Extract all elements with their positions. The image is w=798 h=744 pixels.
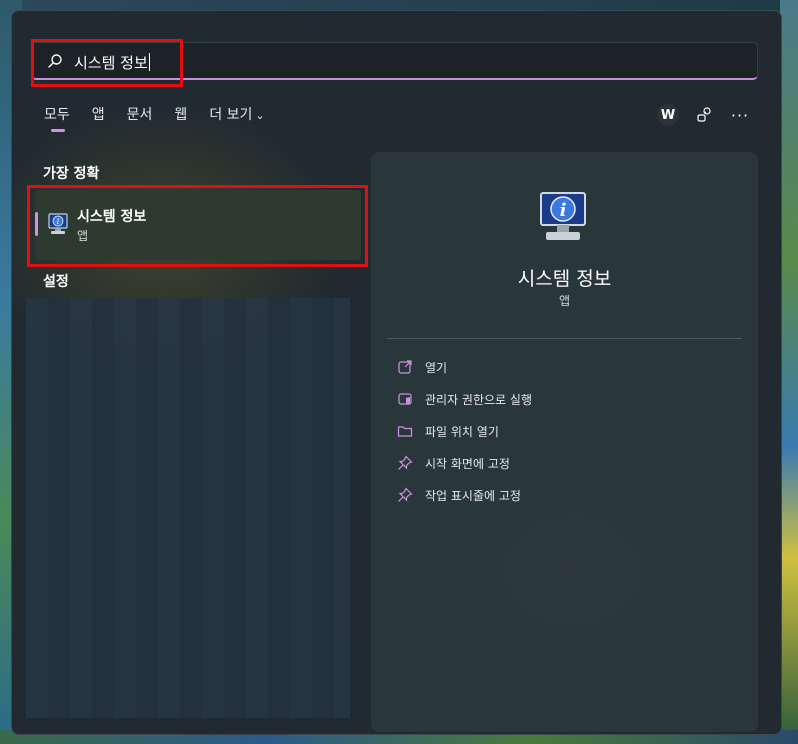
share-icon	[697, 107, 711, 122]
tab-apps[interactable]: 앱	[92, 104, 105, 132]
open-icon	[398, 360, 412, 374]
pin-icon	[398, 487, 413, 502]
divider	[387, 338, 742, 339]
desktop-wallpaper-right	[780, 0, 798, 744]
more-icon: ···	[730, 105, 750, 125]
tab-documents-label: 문서	[126, 107, 153, 123]
filter-tabs: 모두 앱 문서 웹 더 보기 ⌄	[44, 104, 287, 132]
best-match-heading: 가장 정확	[43, 166, 100, 182]
best-match-type: 앱	[77, 229, 89, 243]
system-info-app-icon: i	[48, 213, 68, 234]
header-actions: W ···	[655, 102, 753, 128]
detail-app-name: 시스템 정보	[517, 268, 612, 290]
best-match-name: 시스템 정보	[77, 209, 147, 225]
result-detail-panel: i 시스템 정보 앱 열기 관리자 권한으로 실행 파일 위치 열기 시작 화면…	[371, 152, 758, 732]
folder-icon	[397, 426, 413, 437]
tab-web[interactable]: 웹	[174, 104, 187, 132]
search-query-text: 시스템 정보	[74, 54, 148, 72]
selection-indicator	[35, 212, 38, 236]
action-pin-to-taskbar[interactable]: 작업 표시줄에 고정	[397, 484, 521, 506]
action-pin-to-taskbar-label: 작업 표시줄에 고정	[425, 488, 521, 503]
settings-heading: 설정	[43, 274, 69, 290]
action-open[interactable]: 열기	[397, 356, 447, 378]
action-run-as-admin[interactable]: 관리자 권한으로 실행	[397, 388, 532, 410]
blurred-results-area	[26, 298, 350, 718]
search-input[interactable]: 시스템 정보	[31, 42, 758, 80]
account-icon: W	[657, 104, 679, 126]
action-pin-to-start[interactable]: 시작 화면에 고정	[397, 452, 510, 474]
admin-shield-icon	[398, 393, 412, 405]
tab-documents[interactable]: 문서	[127, 104, 153, 132]
svg-text:i: i	[57, 217, 60, 226]
chevron-down-icon: ⌄	[255, 109, 265, 122]
text-caret	[148, 53, 150, 71]
action-open-label: 열기	[425, 360, 448, 375]
action-open-file-location[interactable]: 파일 위치 열기	[397, 420, 499, 442]
tab-more-label: 더 보기	[209, 107, 253, 123]
tab-apps-label: 앱	[91, 107, 105, 123]
svg-text:i: i	[560, 200, 567, 221]
tab-web-label: 웹	[174, 107, 188, 123]
action-open-file-location-label: 파일 위치 열기	[425, 424, 499, 439]
pin-icon	[398, 455, 413, 470]
action-pin-to-start-label: 시작 화면에 고정	[425, 456, 510, 471]
tab-more[interactable]: 더 보기 ⌄	[209, 104, 264, 132]
tab-all[interactable]: 모두	[44, 104, 70, 132]
system-info-large-icon: i	[540, 192, 586, 240]
account-button[interactable]: W	[655, 102, 681, 128]
best-match-result[interactable]: i 시스템 정보 앱	[35, 190, 361, 260]
tab-all-label: 모두	[44, 107, 70, 123]
more-button[interactable]: ···	[727, 102, 753, 128]
action-run-as-admin-label: 관리자 권한으로 실행	[425, 392, 532, 407]
detail-app-type: 앱	[558, 294, 571, 308]
search-icon	[48, 54, 62, 68]
share-button[interactable]	[691, 102, 717, 128]
